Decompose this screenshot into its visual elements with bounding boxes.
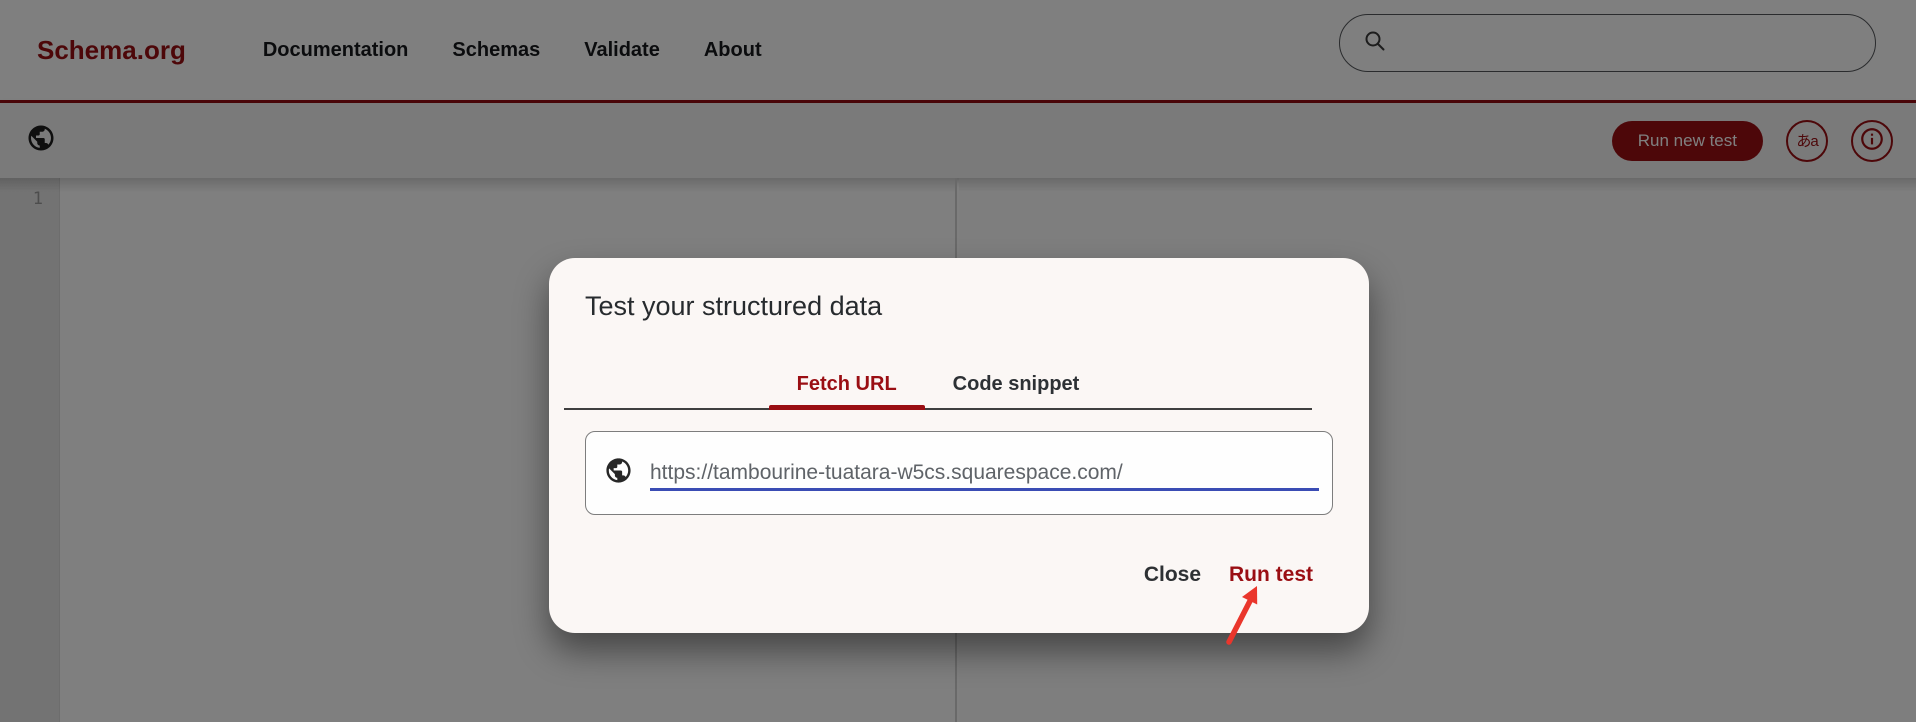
dialog-actions: Close Run test xyxy=(1144,563,1313,587)
test-structured-data-dialog: Test your structured data Fetch URL Code… xyxy=(549,258,1369,633)
run-test-button[interactable]: Run test xyxy=(1229,563,1313,587)
dialog-tabs: Fetch URL Code snippet xyxy=(564,360,1312,410)
url-input-box[interactable] xyxy=(585,431,1333,515)
page: Schema.org Documentation Schemas Validat… xyxy=(0,0,1916,722)
globe-icon xyxy=(604,456,633,490)
tab-code-snippet[interactable]: Code snippet xyxy=(925,360,1108,408)
input-focus-underline xyxy=(650,488,1319,491)
dialog-title: Test your structured data xyxy=(585,291,882,322)
close-button[interactable]: Close xyxy=(1144,563,1201,587)
tab-fetch-url[interactable]: Fetch URL xyxy=(769,360,925,408)
url-input[interactable] xyxy=(650,461,1316,485)
